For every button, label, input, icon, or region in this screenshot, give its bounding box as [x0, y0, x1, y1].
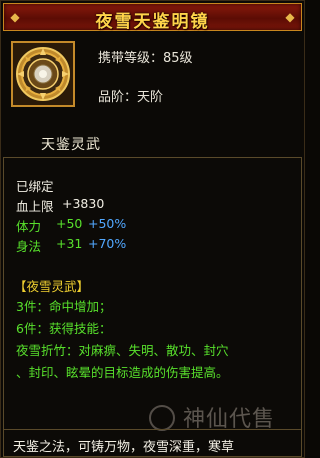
- set-name: 【夜雪灵武】: [14, 279, 90, 294]
- stat-label: 身法: [16, 239, 42, 254]
- set-skill-line-1: 夜雪折竹：对麻痹、失明、散功、封穴: [16, 343, 229, 358]
- item-tooltip: ◆ 夜雪天鉴明镜 ◆ 携带等级：85级 品阶：天阶 天鉴灵武 已绑定 血上限 +…: [0, 0, 305, 458]
- title-ornament-right: ◆: [285, 10, 295, 24]
- description-box: 天鉴之法，可铸万物，夜雪深重，寒草: [3, 429, 302, 457]
- item-description: 天鉴之法，可铸万物，夜雪深重，寒草: [13, 440, 235, 455]
- stat-value: +3830: [62, 196, 105, 211]
- title-bar: ◆ 夜雪天鉴明镜 ◆: [3, 3, 302, 32]
- watermark-logo: [149, 405, 175, 431]
- stat-value: +31: [56, 236, 83, 251]
- bound-status: 已绑定: [16, 179, 54, 194]
- item-title: 夜雪天鉴明镜: [95, 12, 210, 32]
- set-bonus-6: 6件：获得技能：: [16, 321, 112, 336]
- stat-label: 体力: [16, 219, 42, 234]
- stat-label: 血上限: [16, 199, 54, 214]
- stat-bonus: +70%: [88, 236, 127, 251]
- level-requirement: 携带等级：85级: [98, 51, 193, 66]
- item-type-name: 天鉴灵武: [41, 137, 101, 153]
- mirror-disc-icon: [13, 43, 73, 105]
- item-grade: 品阶：天阶: [98, 90, 164, 105]
- set-bonus-3: 3件：命中增加；: [16, 299, 112, 314]
- stat-value: +50: [56, 216, 83, 231]
- set-skill-line-2: 、封印、眩晕的目标造成的伤害提高。: [16, 365, 229, 380]
- item-icon-frame: [11, 41, 75, 107]
- stat-bonus: +50%: [88, 216, 127, 231]
